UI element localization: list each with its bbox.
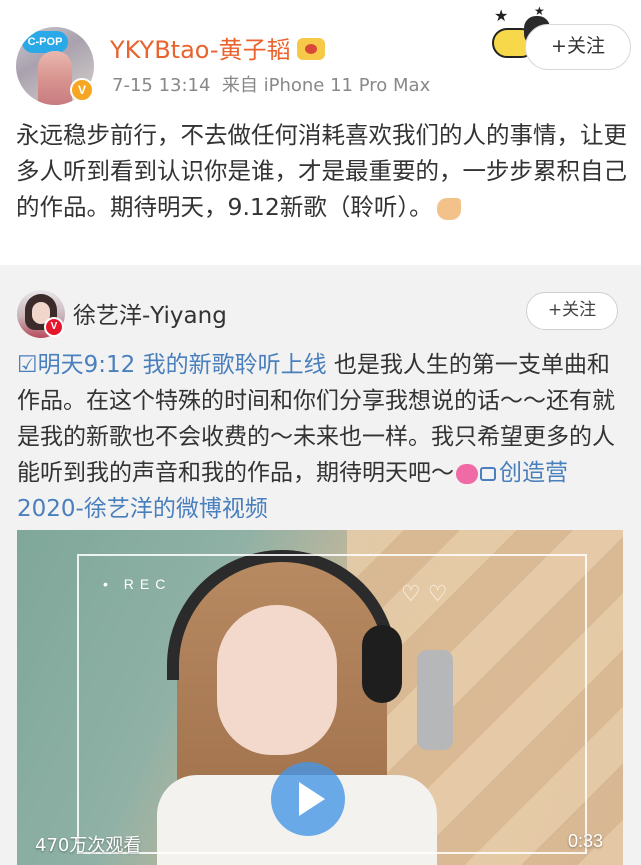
avatar-logo-badge: C-POP — [22, 31, 68, 53]
verified-badge-icon: V — [44, 317, 64, 337]
play-icon[interactable] — [271, 762, 345, 836]
star-icon: ★ — [494, 6, 509, 25]
weibo-post: C-POP V YKYBtao-黄子韬 7-15 13:14 来自 iPhone… — [0, 0, 641, 265]
muscle-emoji-icon — [436, 197, 461, 220]
author-name[interactable]: YKYBtao-黄子韬 — [110, 30, 325, 65]
video-player[interactable]: • REC ♡ ♡ 470万次观看 0:33 — [17, 530, 623, 865]
video-duration: 0:33 — [567, 831, 603, 851]
verified-badge-icon: V — [70, 78, 94, 102]
heart-doodle-icon: ♡ ♡ — [401, 582, 448, 607]
video-camera-icon — [480, 466, 496, 481]
rec-text: REC — [123, 576, 172, 592]
heart-gift-emoji-icon — [456, 463, 478, 484]
topic-link-text: 明天9:12 我的新歌聆听上线 — [37, 352, 327, 378]
post-body: 永远稳步前行，不去做任何消耗喜欢我们的人的事情，让更多人听到看到认识你是谁，才是… — [16, 117, 630, 225]
calendar-icon: ☑ — [17, 352, 38, 378]
author-name-text: YKYBtao-黄子韬 — [110, 36, 291, 64]
post-meta: 7-15 13:14 来自 iPhone 11 Pro Max — [112, 71, 430, 97]
follow-button[interactable]: +关注 — [525, 24, 631, 70]
member-crown-icon — [296, 38, 325, 60]
repost-author-name[interactable]: 徐艺洋-Yiyang — [73, 296, 227, 330]
post-source: 来自 iPhone 11 Pro Max — [221, 75, 431, 96]
avatar-figure — [38, 51, 72, 105]
topic-link[interactable]: ☑明天9:12 我的新歌聆听上线 — [17, 352, 327, 378]
repost-follow-button[interactable]: +关注 — [526, 292, 618, 330]
view-count: 470万次观看 — [35, 835, 142, 856]
reposted-weibo[interactable]: V 徐艺洋-Yiyang +关注 ☑明天9:12 我的新歌聆听上线 也是我人生的… — [0, 265, 641, 865]
rec-label: • REC — [103, 576, 172, 592]
repost-body: ☑明天9:12 我的新歌聆听上线 也是我人生的第一支单曲和作品。在这个特殊的时间… — [17, 347, 629, 527]
post-time: 7-15 13:14 — [112, 75, 211, 96]
post-text: 永远稳步前行，不去做任何消耗喜欢我们的人的事情，让更多人听到看到认识你是谁，才是… — [16, 121, 627, 221]
